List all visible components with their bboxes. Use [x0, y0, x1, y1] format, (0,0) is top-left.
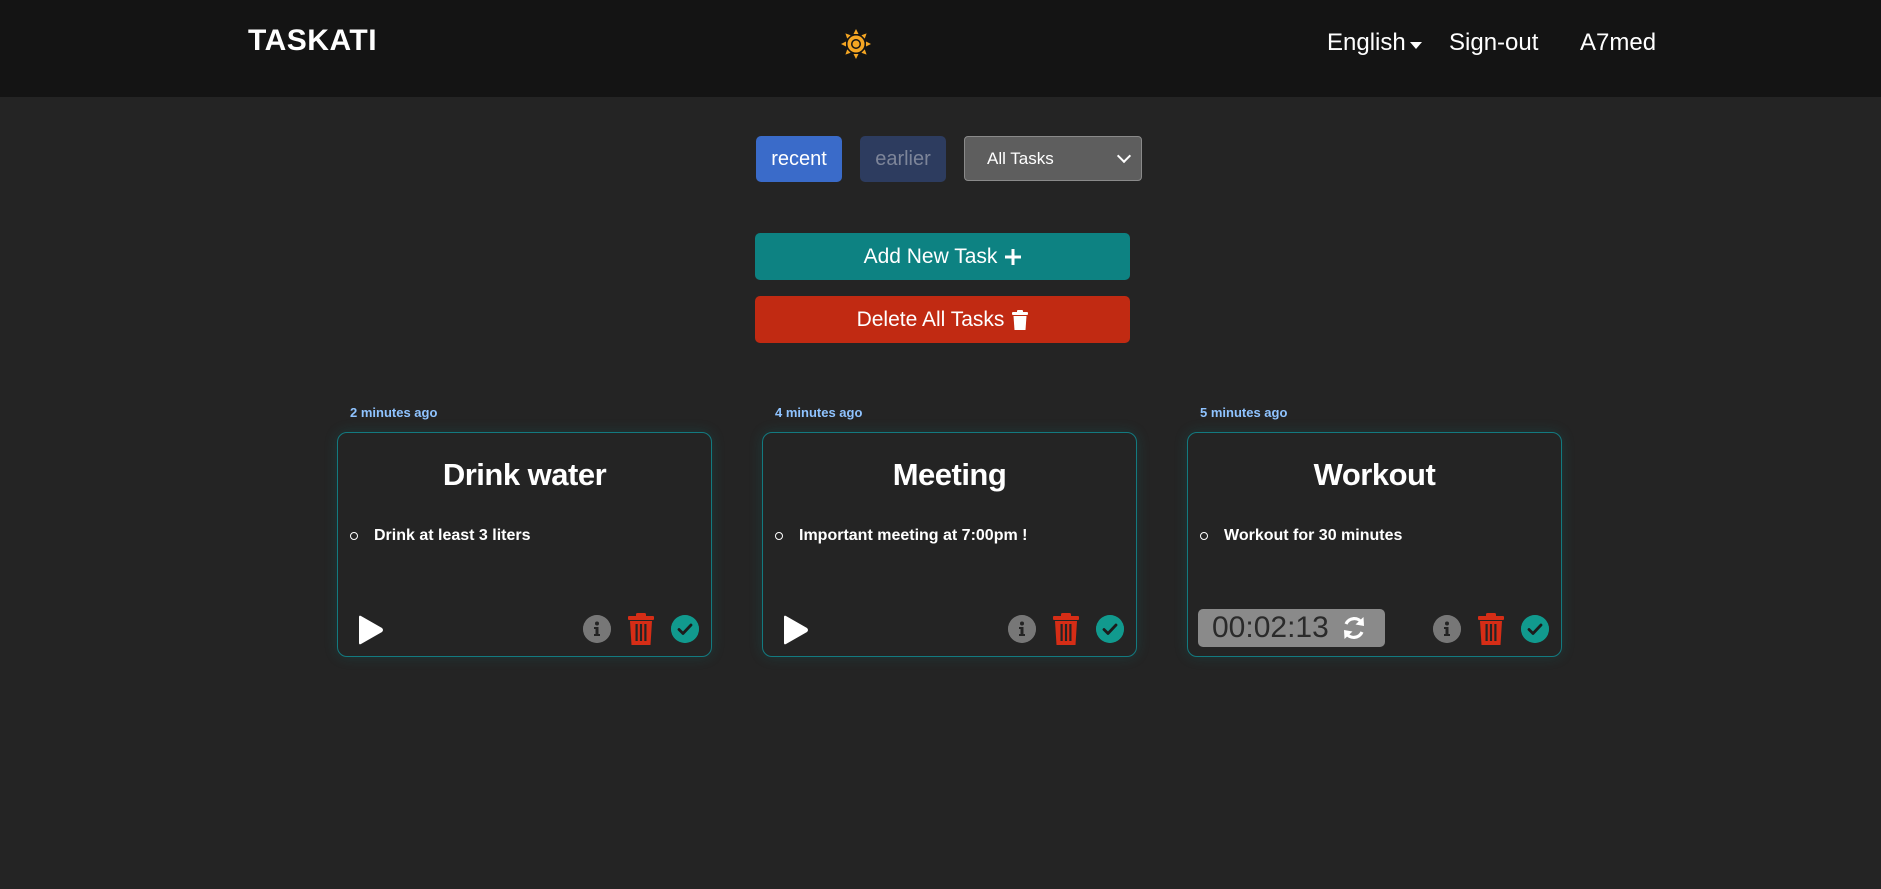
task-item-text: Drink at least 3 liters: [374, 527, 531, 544]
info-icon[interactable]: [1008, 615, 1036, 643]
signout-link[interactable]: Sign-out: [1449, 29, 1538, 57]
complete-check-icon[interactable]: [1521, 615, 1549, 643]
delete-all-label: Delete All Tasks: [856, 307, 1005, 331]
complete-check-icon[interactable]: [671, 615, 699, 643]
username-link[interactable]: A7med: [1580, 29, 1656, 57]
task-title: Meeting: [892, 457, 1007, 492]
task-item-text: Workout for 30 minutes: [1224, 527, 1403, 544]
task-title: Drink water: [442, 457, 607, 492]
theme-toggle-sun-icon[interactable]: [840, 28, 872, 60]
info-icon[interactable]: [1433, 615, 1461, 643]
task-item-text: Important meeting at 7:00pm !: [799, 527, 1028, 544]
brand-logo[interactable]: TASKATI: [248, 24, 377, 58]
recent-button[interactable]: recent: [756, 136, 842, 182]
delete-trash-icon[interactable]: [1478, 613, 1504, 645]
delete-all-tasks-button[interactable]: Delete All Tasks: [755, 296, 1130, 343]
caret-down-icon: [1409, 41, 1422, 49]
reset-sync-icon[interactable]: [1341, 615, 1367, 641]
chevron-down-icon: [1116, 148, 1132, 164]
task-card: Drink water Drink at least 3 liters: [337, 432, 712, 657]
task-time-ago: 5 minutes ago: [1200, 405, 1288, 420]
task-card: Meeting Important meeting at 7:00pm !: [762, 432, 1137, 657]
task-item: Important meeting at 7:00pm !: [775, 527, 1027, 545]
delete-trash-icon[interactable]: [1053, 613, 1079, 645]
task-time-ago: 4 minutes ago: [775, 405, 863, 420]
task-item: Drink at least 3 liters: [350, 527, 531, 545]
timer-value: 00:02:13: [1212, 611, 1329, 644]
navbar: TASKATI English Sign-out A7med: [0, 0, 1881, 97]
language-label: English: [1327, 29, 1406, 56]
play-icon[interactable]: [781, 615, 809, 645]
earlier-button[interactable]: earlier: [860, 136, 946, 182]
add-task-button[interactable]: Add New Task: [755, 233, 1130, 280]
task-title: Workout: [1313, 457, 1436, 492]
trash-icon: [1012, 309, 1029, 330]
plus-icon: [1005, 248, 1022, 265]
task-filter-value: All Tasks: [987, 148, 1054, 168]
info-icon[interactable]: [583, 615, 611, 643]
delete-trash-icon[interactable]: [628, 613, 654, 645]
bullet-icon: [1200, 532, 1208, 540]
task-filter-select[interactable]: All Tasks: [964, 136, 1142, 181]
task-time-ago: 2 minutes ago: [350, 405, 438, 420]
task-timer: 00:02:13: [1198, 609, 1385, 647]
task-item: Workout for 30 minutes: [1200, 527, 1402, 545]
task-card: Workout Workout for 30 minutes 00:02:13: [1187, 432, 1562, 657]
add-task-label: Add New Task: [863, 244, 998, 268]
bullet-icon: [350, 532, 358, 540]
complete-check-icon[interactable]: [1096, 615, 1124, 643]
language-dropdown[interactable]: English: [1327, 29, 1422, 57]
bullet-icon: [775, 532, 783, 540]
play-icon[interactable]: [356, 615, 384, 645]
